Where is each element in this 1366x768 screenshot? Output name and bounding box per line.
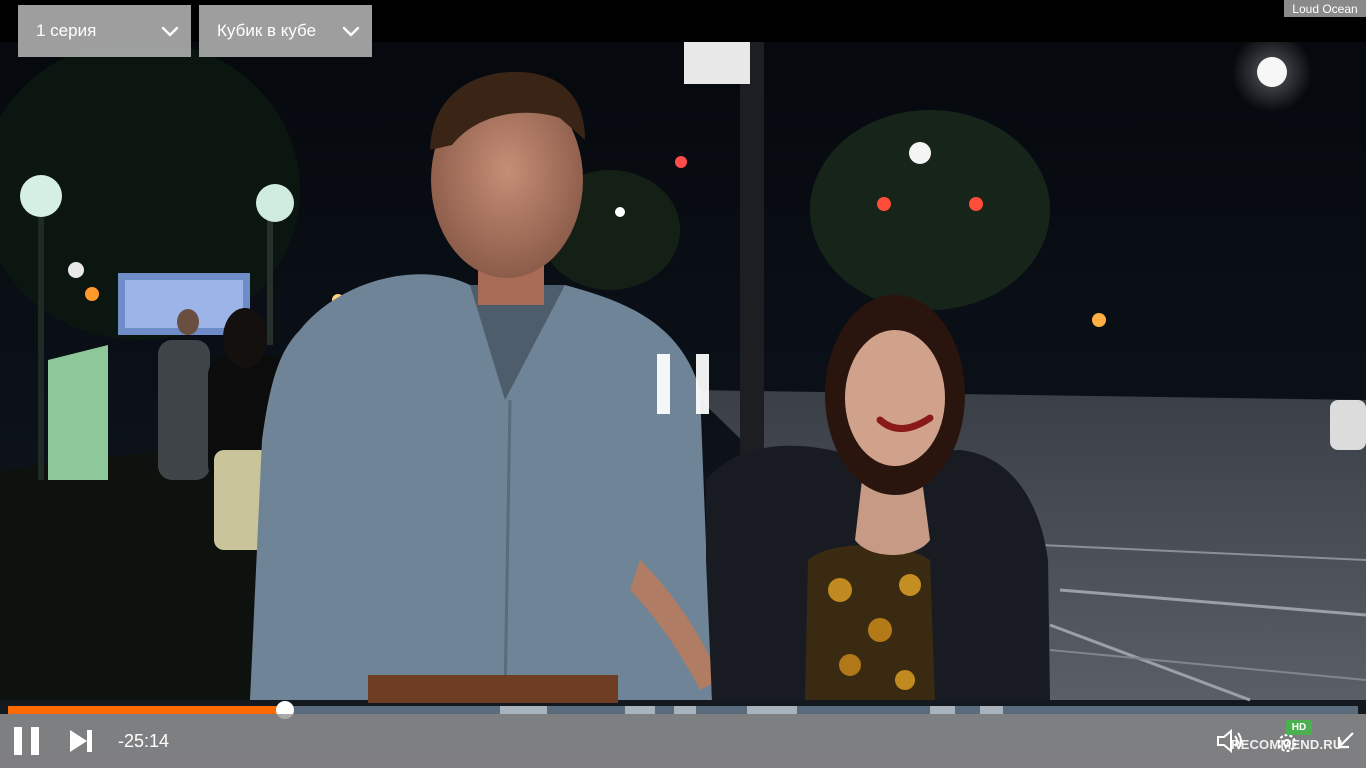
buffered-segment (747, 706, 797, 714)
buffered-segment (980, 706, 1003, 714)
hd-badge: HD (1286, 720, 1312, 735)
control-bar (0, 714, 1366, 768)
time-remaining: -25:14 (118, 731, 170, 751)
pause-icon[interactable] (657, 354, 709, 414)
progress-fill (8, 706, 285, 714)
buffered-segment (930, 706, 955, 714)
corner-label: Loud Ocean (1284, 0, 1366, 17)
buffered-segment (625, 706, 655, 714)
voiceover-select[interactable]: Кубик в кубе (199, 5, 372, 57)
next-episode-icon (70, 730, 92, 752)
site-watermark: RECOMMEND.RU (1231, 737, 1343, 752)
chevron-down-icon (161, 22, 179, 40)
next-episode-button[interactable] (68, 729, 94, 753)
buffered-segment (500, 706, 547, 714)
voiceover-select-value: Кубик в кубе (217, 21, 317, 40)
chevron-down-icon (342, 22, 360, 40)
video-player[interactable]: 1 серия Кубик в кубе Loud Ocean -25:14 H… (0, 0, 1366, 768)
buffered-segment (674, 706, 696, 714)
pause-button[interactable] (14, 727, 40, 755)
episode-select-value: 1 серия (36, 21, 97, 40)
episode-select[interactable]: 1 серия (18, 5, 191, 57)
